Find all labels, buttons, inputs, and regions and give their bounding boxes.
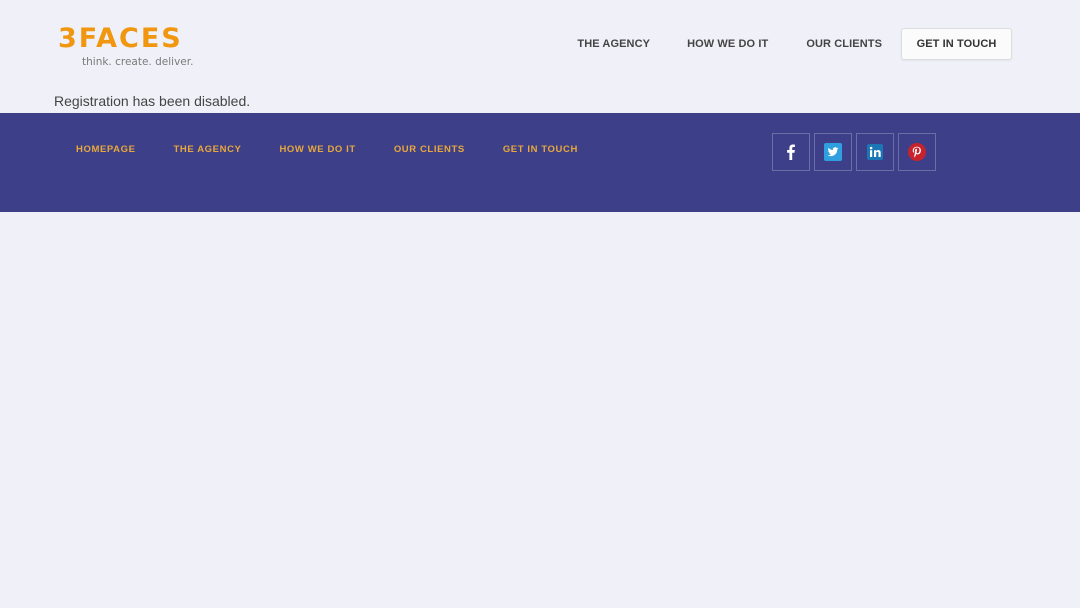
footer-link-get-in-touch[interactable]: GET IN TOUCH	[503, 144, 578, 155]
logo-tagline: think. create. deliver.	[82, 56, 194, 68]
nav-link-how-we-do-it[interactable]: HOW WE DO IT	[687, 38, 768, 50]
registration-notice: Registration has been disabled.	[54, 93, 251, 109]
social-links	[772, 133, 940, 171]
get-in-touch-button[interactable]: GET IN TOUCH	[901, 28, 1012, 60]
nav-link-our-clients[interactable]: OUR CLIENTS	[806, 38, 882, 50]
footer-nav: HOMEPAGE THE AGENCY HOW WE DO IT OUR CLI…	[76, 144, 616, 155]
footer-link-our-clients[interactable]: OUR CLIENTS	[394, 144, 465, 155]
linkedin-link[interactable]	[856, 133, 894, 171]
footer-link-the-agency[interactable]: THE AGENCY	[174, 144, 242, 155]
facebook-link[interactable]	[772, 133, 810, 171]
main-nav: THE AGENCY HOW WE DO IT OUR CLIENTS GET …	[577, 28, 1012, 60]
facebook-icon	[783, 144, 799, 160]
logo[interactable]: 3FACES think. create. deliver.	[58, 24, 193, 70]
twitter-icon	[824, 143, 842, 161]
page: 3FACES think. create. deliver. THE AGENC…	[0, 0, 1080, 608]
site-header: 3FACES think. create. deliver. THE AGENC…	[0, 0, 1080, 90]
pinterest-icon	[908, 143, 926, 161]
nav-link-the-agency[interactable]: THE AGENCY	[577, 38, 650, 50]
twitter-link[interactable]	[814, 133, 852, 171]
footer-link-how-we-do-it[interactable]: HOW WE DO IT	[279, 144, 355, 155]
linkedin-icon	[867, 144, 883, 160]
content-area	[0, 212, 1080, 608]
pinterest-link[interactable]	[898, 133, 936, 171]
footer-link-homepage[interactable]: HOMEPAGE	[76, 144, 136, 155]
site-footer: HOMEPAGE THE AGENCY HOW WE DO IT OUR CLI…	[0, 113, 1080, 212]
logo-wordmark: 3FACES	[58, 23, 183, 54]
